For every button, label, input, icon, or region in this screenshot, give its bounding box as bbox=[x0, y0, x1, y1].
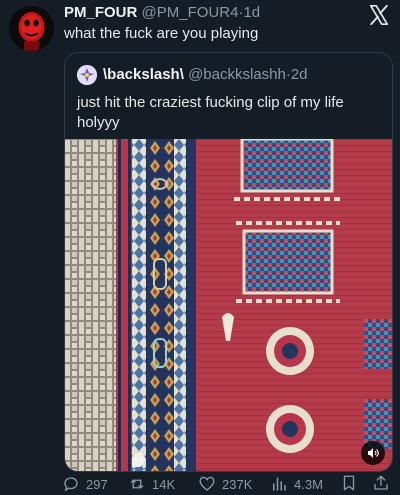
views-icon bbox=[273, 477, 286, 491]
video-frame bbox=[65, 139, 392, 471]
reply-count: 297 bbox=[86, 476, 108, 492]
share-button[interactable] bbox=[372, 474, 390, 494]
reply-button[interactable]: 297 bbox=[62, 474, 108, 494]
like-button[interactable]: 237K bbox=[198, 474, 252, 494]
post-text: what the fuck are you playing bbox=[64, 25, 259, 42]
tweet: PM_FOUR @PM_FOUR4·1d what the fuck are y… bbox=[0, 0, 400, 495]
bookmark-icon bbox=[343, 475, 355, 490]
speaker-icon bbox=[368, 448, 379, 458]
like-count: 237K bbox=[222, 476, 253, 492]
rug-medallion-top bbox=[234, 139, 342, 201]
repost-icon bbox=[130, 479, 144, 489]
quoted-header: \backslash\ @backkslashh·2d bbox=[103, 65, 308, 85]
rug-rosette-1 bbox=[266, 327, 314, 375]
repost-count: 14K bbox=[152, 476, 176, 492]
post-header: PM_FOUR @PM_FOUR4·1d bbox=[64, 4, 260, 22]
reply-icon bbox=[64, 477, 78, 492]
share-icon bbox=[374, 475, 388, 490]
bookmark-button[interactable] bbox=[340, 474, 358, 494]
post-time[interactable]: 1d bbox=[243, 4, 260, 21]
video-player[interactable] bbox=[65, 139, 392, 471]
quoted-avatar[interactable] bbox=[77, 65, 97, 85]
author-handle[interactable]: @PM_FOUR4 bbox=[142, 4, 239, 21]
quoted-author-name[interactable]: \backslash\ bbox=[103, 66, 184, 83]
avatar-image bbox=[9, 6, 54, 51]
author-name[interactable]: PM_FOUR bbox=[64, 4, 137, 21]
avatar[interactable] bbox=[9, 6, 54, 51]
views-button[interactable]: 4.3M bbox=[270, 474, 323, 494]
quoted-text: just hit the craziest fucking clip of my… bbox=[77, 94, 344, 131]
rug-rosette-2 bbox=[266, 405, 314, 453]
quoted-post-time[interactable]: 2d bbox=[291, 66, 308, 83]
quoted-tweet[interactable]: \backslash\ @backkslashh·2d just hit the… bbox=[64, 52, 393, 472]
view-count: 4.3M bbox=[294, 476, 323, 492]
mute-toggle-button[interactable] bbox=[361, 441, 385, 465]
rug-medallion-mid bbox=[236, 221, 340, 303]
quoted-avatar-image bbox=[77, 65, 97, 85]
repost-button[interactable]: 14K bbox=[128, 474, 175, 494]
heart-icon bbox=[199, 476, 215, 491]
x-logo-icon[interactable] bbox=[368, 4, 390, 26]
action-bar: 297 14K 237K 4.3M bbox=[58, 474, 394, 494]
quoted-author-handle[interactable]: @backkslashh bbox=[188, 66, 286, 83]
